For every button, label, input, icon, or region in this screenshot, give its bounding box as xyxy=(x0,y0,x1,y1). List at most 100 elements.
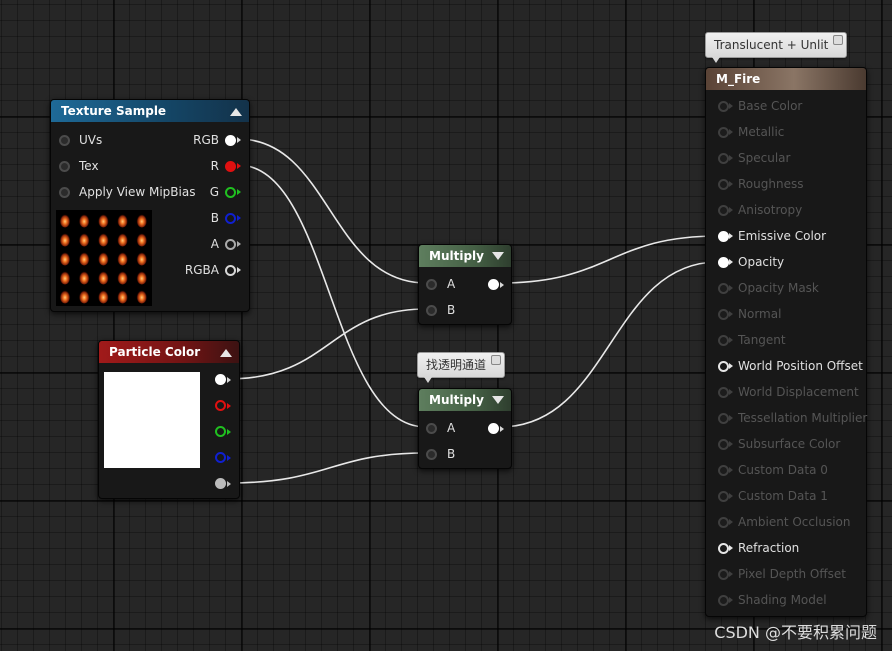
pin-arrow-icon xyxy=(729,103,733,109)
input-pin-icon[interactable] xyxy=(718,257,729,268)
input-pin-icon[interactable] xyxy=(59,187,70,198)
flame-frame xyxy=(59,288,71,304)
output-pin-icon[interactable] xyxy=(225,135,236,146)
input-pin-icon[interactable] xyxy=(718,413,729,424)
wire-multiply2-to-opacity[interactable] xyxy=(499,261,719,428)
output-pin-icon[interactable] xyxy=(225,265,236,276)
output-pin-icon[interactable] xyxy=(488,423,499,434)
flame-frame xyxy=(78,231,90,247)
material-result-node[interactable]: M_Fire Base Color Metallic Specular Roughne… xyxy=(705,67,867,617)
texture-sample-header[interactable]: Texture Sample xyxy=(51,100,249,122)
output-pin-icon[interactable] xyxy=(225,239,236,250)
color-preview-swatch xyxy=(104,372,200,468)
comment-bubble-multiply-2[interactable]: 找透明通道 xyxy=(417,352,506,383)
pin-rgb[interactable]: RGB xyxy=(181,131,241,149)
pin-comment-icon[interactable] xyxy=(491,355,502,365)
multiply-1-header[interactable]: Multiply xyxy=(419,245,511,267)
input-pin-icon[interactable] xyxy=(718,283,729,294)
output-pin-rgb-icon[interactable] xyxy=(215,374,226,385)
input-pin-icon[interactable] xyxy=(59,135,70,146)
pin-arrow-icon xyxy=(729,285,733,291)
input-pin-icon[interactable] xyxy=(718,387,729,398)
collapse-arrow-icon[interactable] xyxy=(220,349,232,357)
input-pin-icon[interactable] xyxy=(718,205,729,216)
input-pin-icon[interactable] xyxy=(718,179,729,190)
particle-color-node[interactable]: Particle Color xyxy=(98,340,240,499)
output-pin-icon[interactable] xyxy=(488,279,499,290)
input-pin-icon[interactable] xyxy=(426,305,437,316)
pin-label: RGB xyxy=(193,133,219,147)
expand-arrow-icon[interactable] xyxy=(492,396,504,404)
input-pin-icon[interactable] xyxy=(718,361,729,372)
pin-label: Emissive Color xyxy=(738,229,827,243)
flame-frame xyxy=(59,212,71,228)
pin-label: Roughness xyxy=(738,177,804,191)
pin-label: B xyxy=(447,447,456,461)
input-pin-icon[interactable] xyxy=(718,491,729,502)
expand-arrow-icon[interactable] xyxy=(492,252,504,260)
wire-particle-rgb-to-multiply1-b[interactable] xyxy=(227,308,427,380)
multiply-node-2[interactable]: Multiply A B xyxy=(418,388,512,469)
pin-b[interactable]: B xyxy=(181,209,241,227)
input-pin-icon[interactable] xyxy=(59,161,70,172)
pin-r[interactable]: R xyxy=(181,157,241,175)
multiply-2-title: Multiply xyxy=(429,393,484,407)
input-pin-icon[interactable] xyxy=(426,279,437,290)
pin-label: UVs xyxy=(79,133,103,147)
pin-label: Base Color xyxy=(738,99,803,113)
input-pin-icon[interactable] xyxy=(718,101,729,112)
pin-label: RGBA xyxy=(184,263,219,277)
input-pin-icon[interactable] xyxy=(718,517,729,528)
flame-frame xyxy=(78,288,90,304)
output-pin-r-icon[interactable] xyxy=(215,400,226,411)
input-pin-icon[interactable] xyxy=(718,127,729,138)
collapse-arrow-icon[interactable] xyxy=(230,108,242,116)
pin-comment-icon[interactable] xyxy=(833,35,844,45)
flame-frame xyxy=(78,269,90,285)
pin-label: Custom Data 0 xyxy=(738,463,828,477)
particle-color-header[interactable]: Particle Color xyxy=(99,341,239,363)
wire-multiply1-to-emissive[interactable] xyxy=(499,235,719,284)
input-pin-icon[interactable] xyxy=(718,569,729,580)
pin-label: Normal xyxy=(738,307,782,321)
output-pin-icon[interactable] xyxy=(225,213,236,224)
multiply-node-1[interactable]: Multiply A B xyxy=(418,244,512,325)
output-pin-icon[interactable] xyxy=(225,161,236,172)
input-pin-icon[interactable] xyxy=(718,439,729,450)
output-pin-g-icon[interactable] xyxy=(215,426,226,437)
input-pin-icon[interactable] xyxy=(426,449,437,460)
multiply-2-header[interactable]: Multiply xyxy=(419,389,511,411)
wire-particle-a-to-multiply2-b[interactable] xyxy=(227,452,427,484)
output-pin-a-icon[interactable] xyxy=(215,478,226,489)
pin-label: G xyxy=(209,185,219,199)
input-pin-icon[interactable] xyxy=(718,595,729,606)
pin-g[interactable]: G xyxy=(181,183,241,201)
pin-rgba[interactable]: RGBA xyxy=(181,261,241,279)
pin-a[interactable]: A xyxy=(181,235,241,253)
output-pin-icon[interactable] xyxy=(225,187,236,198)
flame-frame xyxy=(78,212,90,228)
wire-r-to-multiply2-a[interactable] xyxy=(237,164,427,428)
pin-arrow-icon xyxy=(729,363,733,369)
pin-arrow-icon xyxy=(729,129,733,135)
texture-sample-node[interactable]: Texture Sample UVs Tex Apply View MipBia… xyxy=(50,99,250,312)
pin-label: B xyxy=(210,211,219,225)
input-pin-icon[interactable] xyxy=(426,423,437,434)
input-pin-icon[interactable] xyxy=(718,465,729,476)
pin-arrow-icon xyxy=(237,267,241,273)
material-header[interactable]: M_Fire xyxy=(706,68,866,90)
input-pin-icon[interactable] xyxy=(718,335,729,346)
pin-label: Opacity Mask xyxy=(738,281,819,295)
input-pin-icon[interactable] xyxy=(718,309,729,320)
input-pin-icon[interactable] xyxy=(718,231,729,242)
input-pin-icon[interactable] xyxy=(718,153,729,164)
output-pin-b-icon[interactable] xyxy=(215,452,226,463)
particle-color-title: Particle Color xyxy=(109,345,201,359)
wire-rgb-to-multiply1-a[interactable] xyxy=(237,138,427,284)
flame-frame xyxy=(136,212,148,228)
flame-frame xyxy=(97,231,109,247)
comment-bubble-material[interactable]: Translucent + Unlit xyxy=(705,32,848,63)
pin-label: Metallic xyxy=(738,125,785,139)
pin-arrow-icon xyxy=(729,519,733,525)
input-pin-icon[interactable] xyxy=(718,543,729,554)
